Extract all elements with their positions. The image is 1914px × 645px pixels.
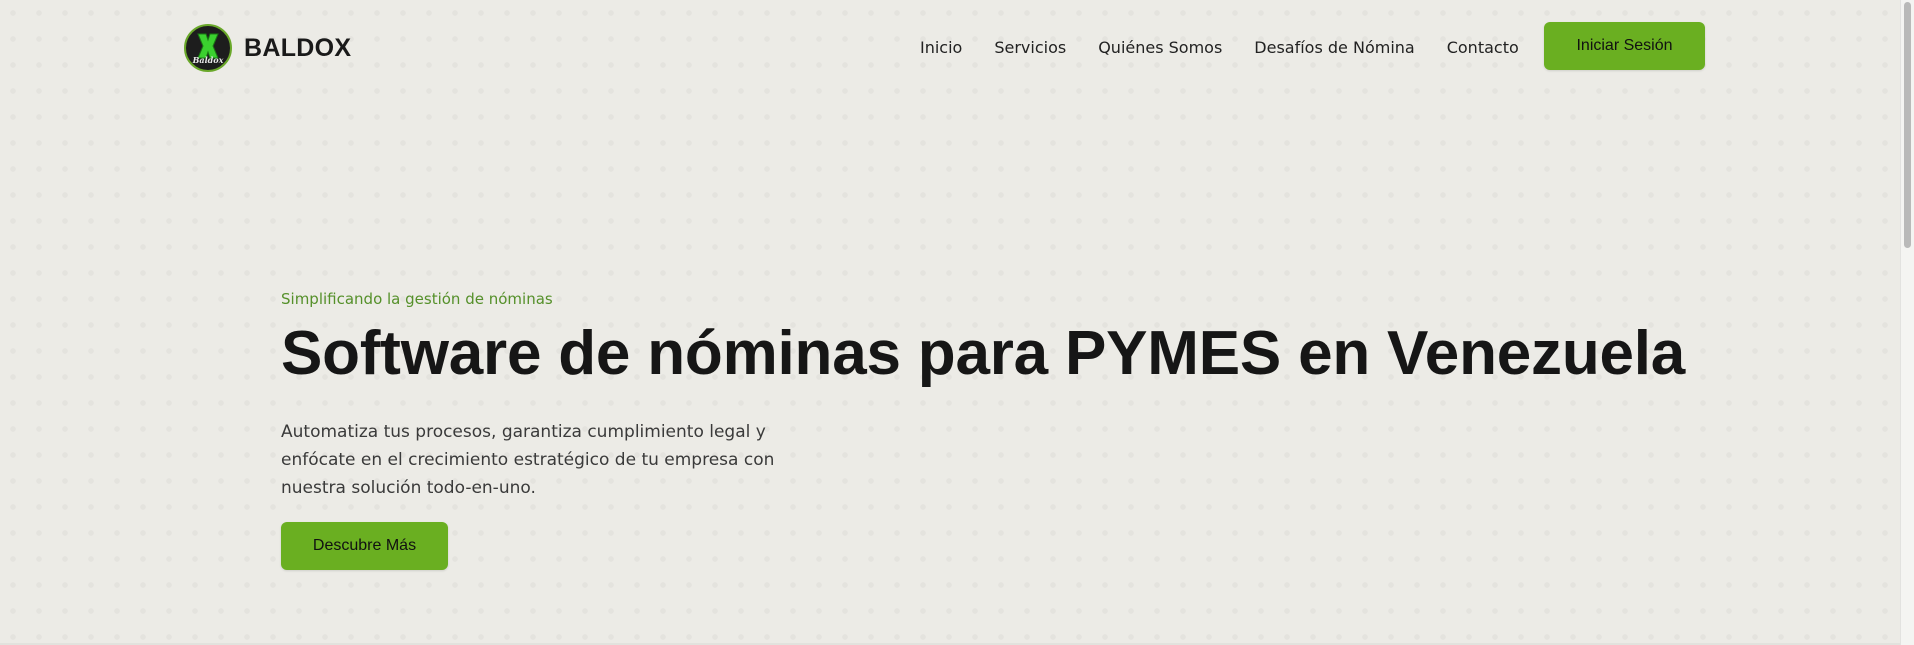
brand[interactable]: Baldox BALDOX bbox=[184, 24, 351, 72]
nav-item-quienes-somos[interactable]: Quiénes Somos bbox=[1098, 38, 1222, 57]
hero-description: Automatiza tus procesos, garantiza cumpl… bbox=[281, 422, 775, 499]
logo-wordmark: Baldox bbox=[192, 55, 224, 65]
nav-item-servicios[interactable]: Servicios bbox=[994, 38, 1066, 57]
brand-name: BALDOX bbox=[244, 33, 352, 62]
baldox-logo-icon: Baldox bbox=[184, 24, 232, 72]
main-nav: Inicio Servicios Quiénes Somos Desafíos … bbox=[920, 38, 1519, 57]
landing-page: Baldox BALDOX Inicio Servicios Quiénes S… bbox=[0, 0, 1914, 645]
login-button[interactable]: Iniciar Sesión bbox=[1544, 22, 1705, 70]
site-header: Baldox BALDOX Inicio Servicios Quiénes S… bbox=[0, 0, 1900, 96]
hero-tagline: Simplificando la gestión de nóminas bbox=[281, 290, 553, 308]
discover-more-button[interactable]: Descubre Más bbox=[281, 522, 448, 571]
nav-item-desafios-de-nomina[interactable]: Desafíos de Nómina bbox=[1254, 38, 1414, 57]
hero-headline: Software de nóminas para PYMES en Venezu… bbox=[281, 319, 1686, 388]
scrollbar-thumb[interactable] bbox=[1904, 2, 1911, 248]
nav-item-contacto[interactable]: Contacto bbox=[1447, 38, 1519, 57]
hero-section: Simplificando la gestión de nóminas Soft… bbox=[281, 290, 1731, 571]
vertical-scrollbar[interactable] bbox=[1900, 0, 1914, 645]
nav-item-inicio[interactable]: Inicio bbox=[920, 38, 962, 57]
